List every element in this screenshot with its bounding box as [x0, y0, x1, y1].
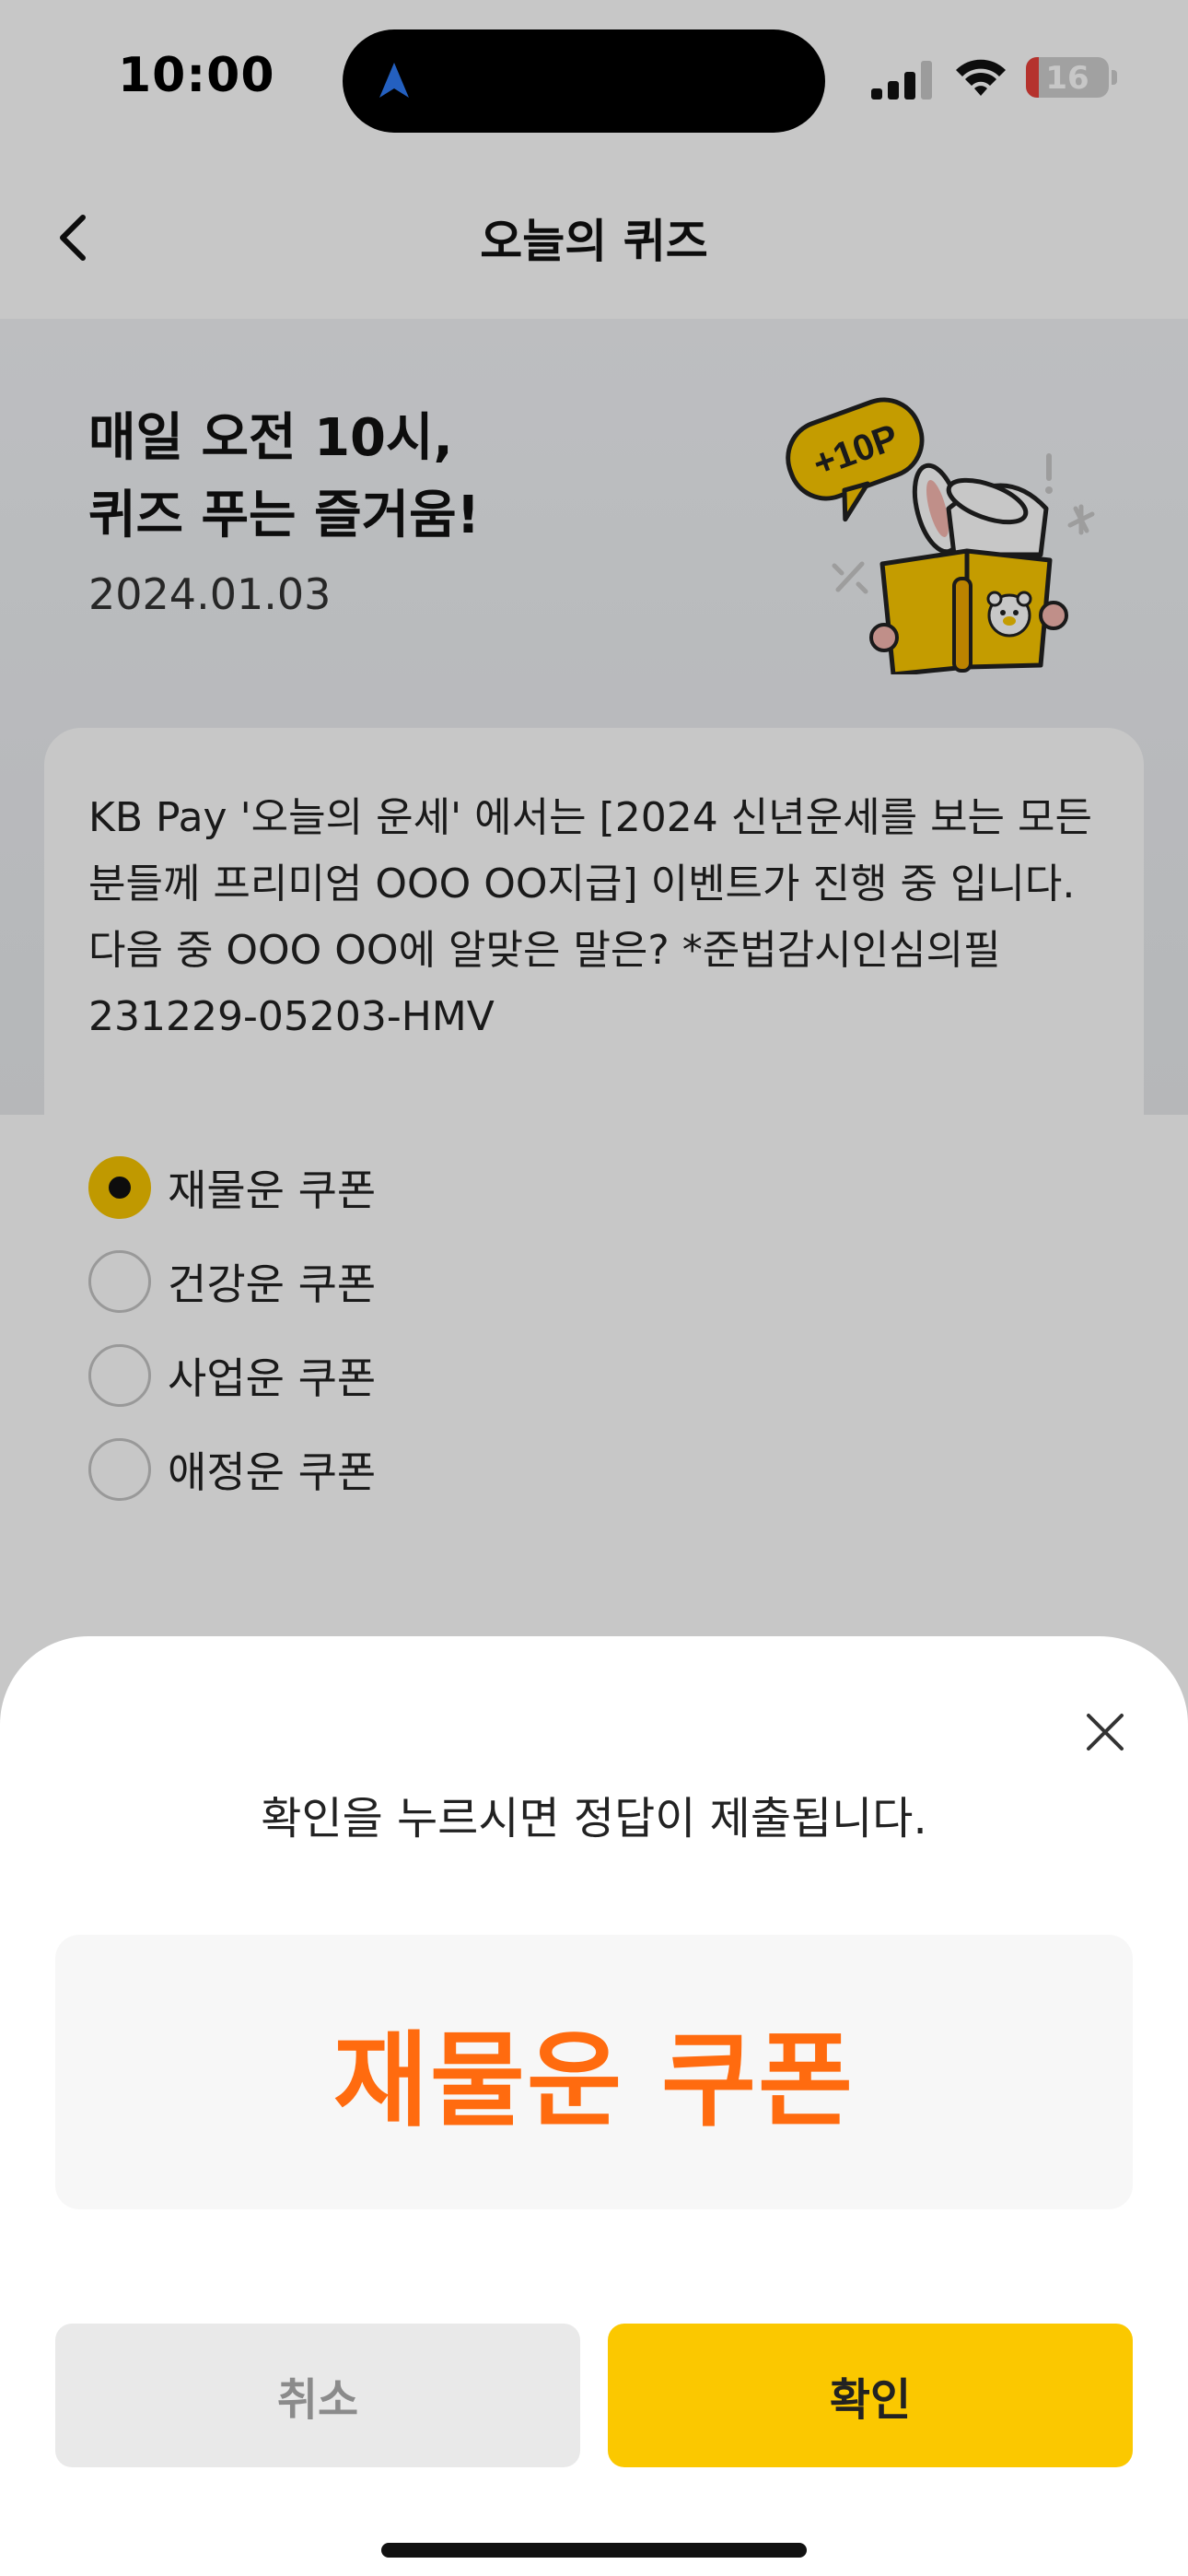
home-indicator — [381, 2543, 807, 2558]
cancel-button[interactable]: 취소 — [55, 2324, 580, 2467]
selected-answer: 재물운 쿠폰 — [332, 2021, 856, 2141]
close-icon[interactable] — [1083, 1710, 1127, 1754]
confirm-message: 확인을 누르시면 정답이 제출됩니다. — [261, 1793, 927, 1844]
confirm-button[interactable]: 확인 — [608, 2324, 1133, 2467]
selected-answer-box: 재물운 쿠폰 — [55, 1935, 1133, 2209]
